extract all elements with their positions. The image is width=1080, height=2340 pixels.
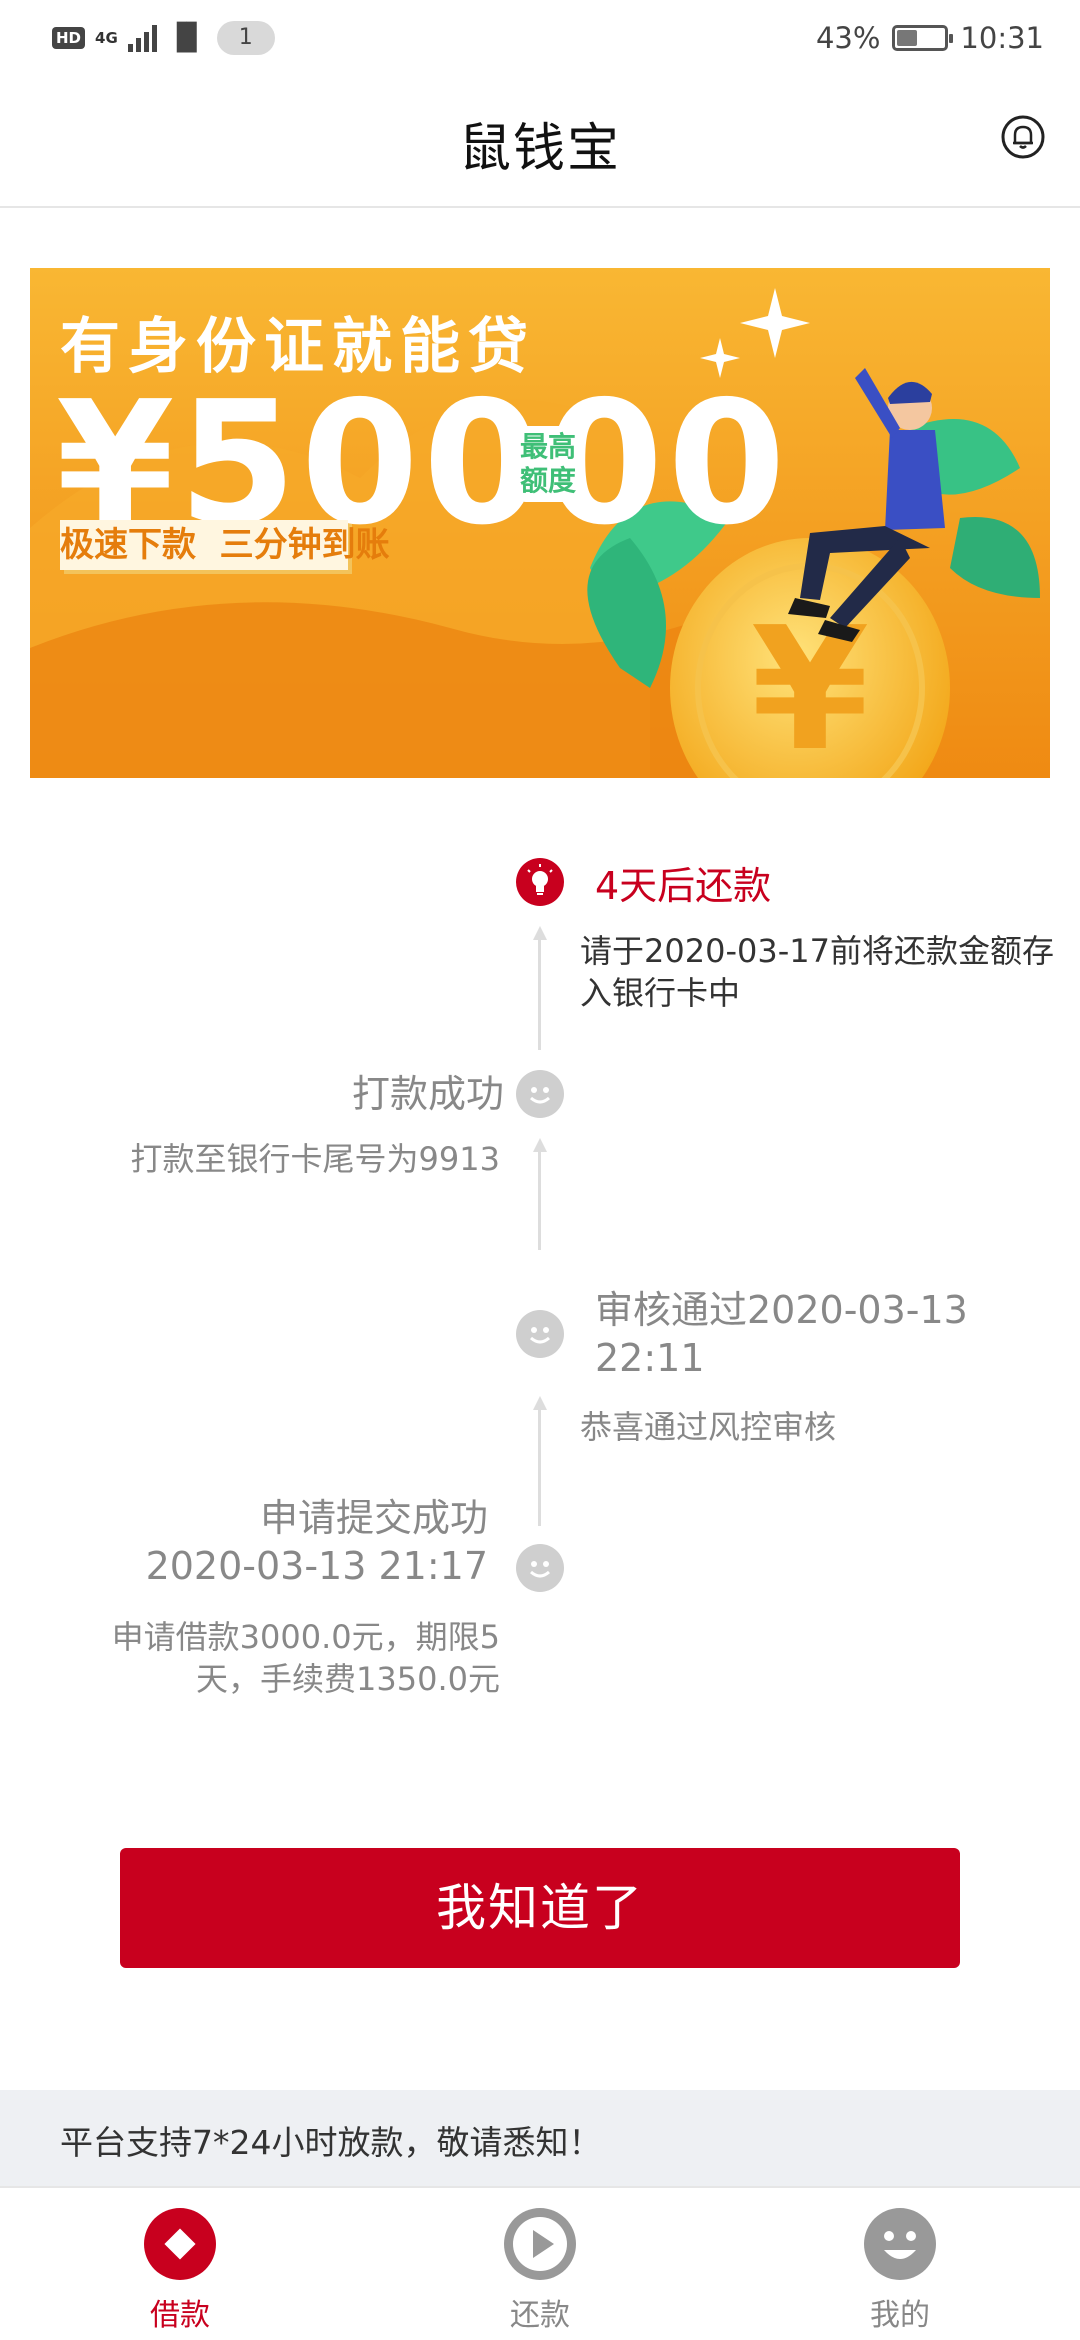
step-submitted-desc: 申请借款3000.0元，期限5 天，手续费1350.0元	[112, 1616, 500, 1700]
badge-line-1: 最高	[520, 430, 577, 463]
page-title: 鼠钱宝	[458, 119, 621, 179]
smile-face-icon	[864, 2208, 936, 2280]
nav-repay-label: 还款	[510, 2298, 570, 2333]
smile-icon	[516, 1544, 564, 1592]
bottom-nav: 借款 还款 我的	[0, 2186, 1080, 2340]
timeline-connector	[538, 1150, 541, 1250]
hd-badge: HD	[52, 27, 86, 49]
step-repay-title: 4天后还款	[595, 864, 772, 908]
battery-percent: 43%	[815, 21, 881, 55]
status-bar: HD 4G ▐▌ 1 43% 10:31	[0, 0, 1080, 76]
confirm-button[interactable]: 我知道了	[120, 1848, 960, 1968]
step-submitted-time: 2020-03-13 21:17	[145, 1544, 488, 1588]
step-approved-title: 审核通过2020-03-13 22:11	[595, 1288, 968, 1380]
step-submitted-desc-line2: 天，手续费1350.0元	[196, 1660, 500, 1698]
status-right: 43% 10:31	[816, 18, 1044, 58]
step-submitted-title: 申请提交成功 2020-03-13 21:17	[146, 1494, 488, 1590]
timeline-connector	[538, 938, 541, 1050]
promo-banner[interactable]: ¥ 有身份证就能贷 ¥50000 最高 额度 极速下款 三分钟到账	[30, 268, 1050, 778]
step-submitted-title-line1: 申请提交成功	[259, 1496, 488, 1540]
step-paid-title: 打款成功	[351, 1072, 504, 1116]
badge-line-2: 额度	[520, 464, 577, 497]
step-repay-desc: 请于2020-03-17前将还款金额存入银行卡中	[580, 932, 1054, 1012]
smile-icon	[516, 1310, 564, 1358]
status-left: HD 4G ▐▌ 1	[52, 20, 275, 56]
step-submitted-desc-line1: 申请借款3000.0元，期限5	[111, 1618, 500, 1656]
vibrate-icon: ▐▌	[166, 23, 207, 53]
battery-fill	[897, 30, 918, 46]
clock: 10:31	[960, 21, 1044, 55]
step-approved-desc: 恭喜通过风控审核	[580, 1408, 837, 1446]
lightbulb-icon	[516, 858, 564, 906]
play-icon	[504, 2208, 576, 2280]
signal-icon	[127, 24, 157, 52]
smile-icon	[516, 1070, 564, 1118]
notification-count: 1	[216, 21, 275, 55]
nav-mine-label: 我的	[870, 2298, 930, 2333]
nav-repay[interactable]: 还款	[450, 2202, 630, 2333]
banner-slogan: 极速下款 三分钟到账	[60, 520, 390, 570]
loan-progress-timeline: 4天后还款 请于2020-03-17前将还款金额存入银行卡中 打款成功 打款至银…	[0, 840, 1080, 1780]
app-header: 鼠钱宝	[0, 76, 1080, 208]
battery-icon	[892, 25, 954, 51]
nav-borrow[interactable]: 借款	[90, 2202, 270, 2333]
banner-max-badge: 最高 额度	[518, 426, 578, 502]
nav-borrow-label: 借款	[150, 2298, 210, 2333]
timeline-connector	[538, 1408, 541, 1526]
notice-text: 平台支持7*24小时放款，敬请悉知！	[60, 2123, 602, 2162]
step-paid-desc: 打款至银行卡尾号为9913	[130, 1140, 500, 1178]
diamond-icon	[144, 2208, 216, 2280]
network-type: 4G	[95, 28, 118, 47]
bell-icon[interactable]	[1000, 114, 1046, 160]
nav-mine[interactable]: 我的	[810, 2202, 990, 2333]
notice-bar: 平台支持7*24小时放款，敬请悉知！	[0, 2090, 1080, 2186]
